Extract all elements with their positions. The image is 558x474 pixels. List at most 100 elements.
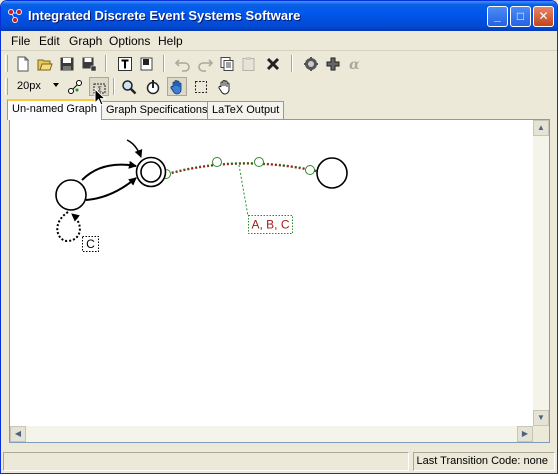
maximize-icon: □ [516, 9, 525, 23]
pan-button[interactable] [215, 77, 235, 96]
edge-label: A, B, C [251, 218, 289, 232]
graph-canvas[interactable]: C A, B, C ▲ ▼ ◀ ▶ [9, 119, 550, 443]
app-window: Integrated Discrete Event Systems Softwa… [0, 0, 558, 474]
chevron-down-icon [53, 83, 59, 87]
save-as-button[interactable] [79, 54, 99, 73]
edge-state1-to-state2-upper[interactable] [81, 160, 137, 181]
toolbar-grip[interactable] [5, 55, 8, 72]
mouse-cursor-icon [94, 88, 107, 106]
scroll-left-button[interactable]: ◀ [10, 426, 26, 442]
edge-state1-to-state2-lower[interactable] [85, 177, 137, 201]
redo-button[interactable] [195, 54, 215, 73]
edge-tool-icon [68, 79, 82, 94]
tab-graph-specifications-label: Graph Specifications [106, 104, 208, 116]
box-select-icon [195, 80, 207, 93]
edit-toolbar: 20px Σ [1, 75, 557, 106]
export-button[interactable] [137, 54, 157, 73]
main-toolbar: α [1, 52, 557, 75]
vertical-scrollbar[interactable]: ▲ ▼ [533, 120, 549, 426]
state-node[interactable] [316, 157, 348, 189]
close-button[interactable]: ✕ [533, 6, 554, 27]
plugin-button[interactable] [323, 54, 343, 73]
undo-icon [175, 58, 190, 72]
delete-icon [266, 57, 280, 70]
menu-edit[interactable]: Edit [39, 34, 60, 48]
toolbar-separator [291, 55, 293, 72]
title-bar[interactable]: Integrated Discrete Event Systems Softwa… [1, 1, 557, 31]
check-icon [304, 56, 318, 71]
hand-icon [170, 79, 182, 94]
undo-button[interactable] [173, 54, 193, 73]
new-icon [17, 56, 29, 71]
last-transition-code: Last Transition Code: none [416, 455, 548, 467]
state-node[interactable] [55, 179, 87, 211]
tab-latex-output[interactable]: LaTeX Output [207, 101, 285, 119]
graph-drawing[interactable]: C A, B, C [10, 120, 533, 426]
close-icon: ✕ [538, 9, 549, 23]
status-pane-right: Last Transition Code: none [413, 452, 555, 471]
paste-icon [242, 56, 255, 71]
save-as-icon [82, 57, 97, 71]
label-leader-line [238, 164, 249, 217]
save-icon [60, 57, 74, 70]
tab-graph-label: Un-named Graph [12, 103, 97, 115]
scroll-right-button[interactable]: ▶ [517, 426, 533, 442]
app-icon [8, 9, 22, 23]
toolbar-grip[interactable] [5, 78, 8, 95]
tab-graph-specifications[interactable]: Graph Specifications [101, 101, 213, 119]
box-select-button[interactable] [191, 77, 211, 96]
export-icon [140, 57, 153, 70]
initial-arrow[interactable] [126, 139, 143, 158]
scroll-corner [533, 426, 549, 442]
zoom-button[interactable] [119, 77, 139, 96]
edge-handle[interactable] [305, 165, 315, 175]
scroll-up-button[interactable]: ▲ [533, 120, 549, 136]
menu-help[interactable]: Help [158, 34, 183, 48]
toolbar-separator [163, 55, 165, 72]
maximize-button[interactable]: □ [510, 6, 531, 27]
self-loop-edge[interactable] [56, 211, 81, 242]
zoom-icon [122, 79, 137, 94]
open-button[interactable] [35, 54, 55, 73]
status-pane-left [3, 452, 409, 471]
text-label-icon [118, 56, 132, 71]
save-button[interactable] [57, 54, 77, 73]
plugin-icon [326, 57, 340, 70]
menu-graph[interactable]: Graph [69, 34, 102, 48]
pan-icon [218, 79, 230, 95]
delete-button[interactable] [263, 54, 283, 73]
menu-file[interactable]: File [11, 34, 30, 48]
reset-view-button[interactable] [143, 77, 163, 96]
grid-size-select[interactable]: 20px [13, 77, 61, 96]
open-icon [37, 59, 53, 70]
window-title: Integrated Discrete Event Systems Softwa… [28, 8, 301, 23]
toolbar-separator [105, 55, 107, 72]
text-label-button[interactable] [115, 54, 135, 73]
paste-button[interactable] [239, 54, 259, 73]
redo-icon [198, 58, 213, 72]
edge-handle[interactable] [254, 157, 264, 167]
status-bar: Last Transition Code: none [1, 449, 557, 473]
edge-tool-button[interactable] [65, 77, 85, 96]
alpha-button[interactable]: α [345, 54, 365, 73]
self-loop-label: C [86, 237, 95, 251]
copy-icon [220, 56, 234, 71]
menu-bar: File Edit Graph Options Help [1, 31, 557, 51]
horizontal-scrollbar[interactable]: ◀ ▶ [10, 426, 533, 442]
scroll-down-button[interactable]: ▼ [533, 410, 549, 426]
grid-size-value: 20px [17, 80, 41, 92]
edge-handle[interactable] [212, 157, 222, 167]
toolbar-separator [113, 78, 115, 95]
alpha-icon: α [349, 57, 360, 72]
tab-graph[interactable]: Un-named Graph [7, 99, 102, 120]
hand-tool-button[interactable] [167, 77, 187, 96]
tab-latex-output-label: LaTeX Output [212, 104, 280, 116]
new-button[interactable] [13, 54, 33, 73]
check-button[interactable] [301, 54, 321, 73]
menu-options[interactable]: Options [109, 34, 150, 48]
minimize-button[interactable]: _ [487, 6, 508, 27]
minimize-icon: _ [494, 9, 501, 23]
svg-text:α: α [349, 57, 360, 72]
tab-bar: Un-named Graph Graph Specifications LaTe… [1, 99, 557, 120]
copy-button[interactable] [217, 54, 237, 73]
